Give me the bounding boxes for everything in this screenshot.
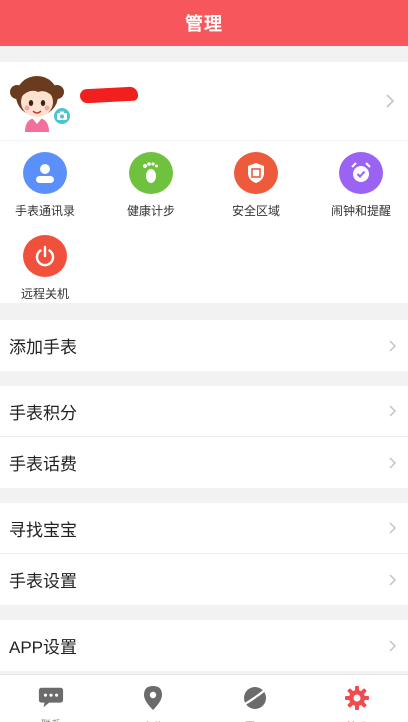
- feature-label: 手表通讯录: [14, 204, 75, 218]
- chevron-right-icon: [389, 639, 397, 652]
- camera-badge[interactable]: [52, 106, 72, 126]
- menu-item-label: 添加手表: [9, 338, 77, 357]
- menu-item-watch-points[interactable]: 手表积分: [0, 386, 408, 437]
- feature-alarm[interactable]: 闹钟和提醒: [310, 141, 408, 219]
- menu-item-app-settings[interactable]: APP设置: [0, 620, 408, 671]
- camera-icon: [57, 111, 67, 120]
- tab-manage[interactable]: 管理: [306, 675, 408, 722]
- tab-circle[interactable]: 圈子: [204, 675, 306, 722]
- menu-item-add-watch[interactable]: 添加手表: [0, 320, 408, 371]
- power-icon: [23, 235, 67, 277]
- feature-contacts[interactable]: 手表通讯录: [0, 141, 96, 219]
- bottom-tab-bar: 联系 定位 圈子: [0, 674, 408, 722]
- menu-item-label: 手表设置: [9, 572, 77, 591]
- footprint-icon: [129, 152, 173, 194]
- tab-label: 管理: [347, 718, 367, 722]
- tab-contact[interactable]: 联系: [0, 675, 102, 722]
- chevron-right-icon: [389, 405, 397, 417]
- chevron-right-icon: [389, 573, 397, 586]
- feature-label: 远程关机: [20, 287, 69, 301]
- menu-group-device: 寻找宝宝 手表设置: [0, 503, 408, 605]
- location-pin-icon: [140, 685, 166, 711]
- chevron-right-icon: [389, 339, 397, 352]
- chevron-right-icon: [386, 94, 395, 108]
- chevron-right-icon: [389, 522, 397, 534]
- tab-label: 联系: [41, 716, 61, 722]
- page-title: 管理: [185, 14, 223, 34]
- shield-icon: [234, 152, 278, 194]
- avatar[interactable]: [8, 70, 72, 132]
- feature-health-steps[interactable]: 健康计步: [100, 141, 202, 219]
- menu-item-find-baby[interactable]: 寻找宝宝: [0, 503, 408, 554]
- feature-grid: 手表通讯录 健康计步 安全区域 闹钟和提醒 远程关机: [0, 141, 408, 303]
- feature-remote-shutdown[interactable]: 远程关机: [0, 224, 96, 302]
- chevron-right-icon: [389, 456, 397, 469]
- chat-bubble-icon: [38, 685, 64, 709]
- top-bar: 管理: [0, 0, 408, 46]
- feature-safe-zone[interactable]: 安全区域: [205, 141, 307, 219]
- tab-label: 定位: [143, 718, 163, 722]
- contacts-icon: [23, 152, 67, 194]
- tab-location[interactable]: 定位: [102, 675, 204, 722]
- alarm-clock-icon: [339, 152, 383, 194]
- redacted-username: [79, 86, 139, 104]
- tab-label: 圈子: [245, 718, 265, 722]
- gear-icon: [344, 685, 370, 711]
- menu-group-add-watch: 添加手表: [0, 320, 408, 371]
- feature-label: 闹钟和提醒: [330, 204, 391, 218]
- menu-item-label: 手表积分: [9, 403, 77, 423]
- menu-item-watch-settings[interactable]: 手表设置: [0, 554, 408, 605]
- profile-card[interactable]: [0, 62, 408, 140]
- menu-item-label: APP设置: [9, 638, 78, 657]
- feature-label: 健康计步: [126, 204, 175, 218]
- menu-group-account: 手表积分 手表话费: [0, 386, 408, 488]
- planet-icon: [242, 685, 268, 711]
- menu-item-label: 手表话费: [9, 455, 77, 474]
- menu-item-label: 寻找宝宝: [9, 520, 77, 540]
- menu-group-app: APP设置: [0, 620, 408, 671]
- feature-label: 安全区域: [231, 204, 280, 218]
- menu-item-watch-billing[interactable]: 手表话费: [0, 437, 408, 488]
